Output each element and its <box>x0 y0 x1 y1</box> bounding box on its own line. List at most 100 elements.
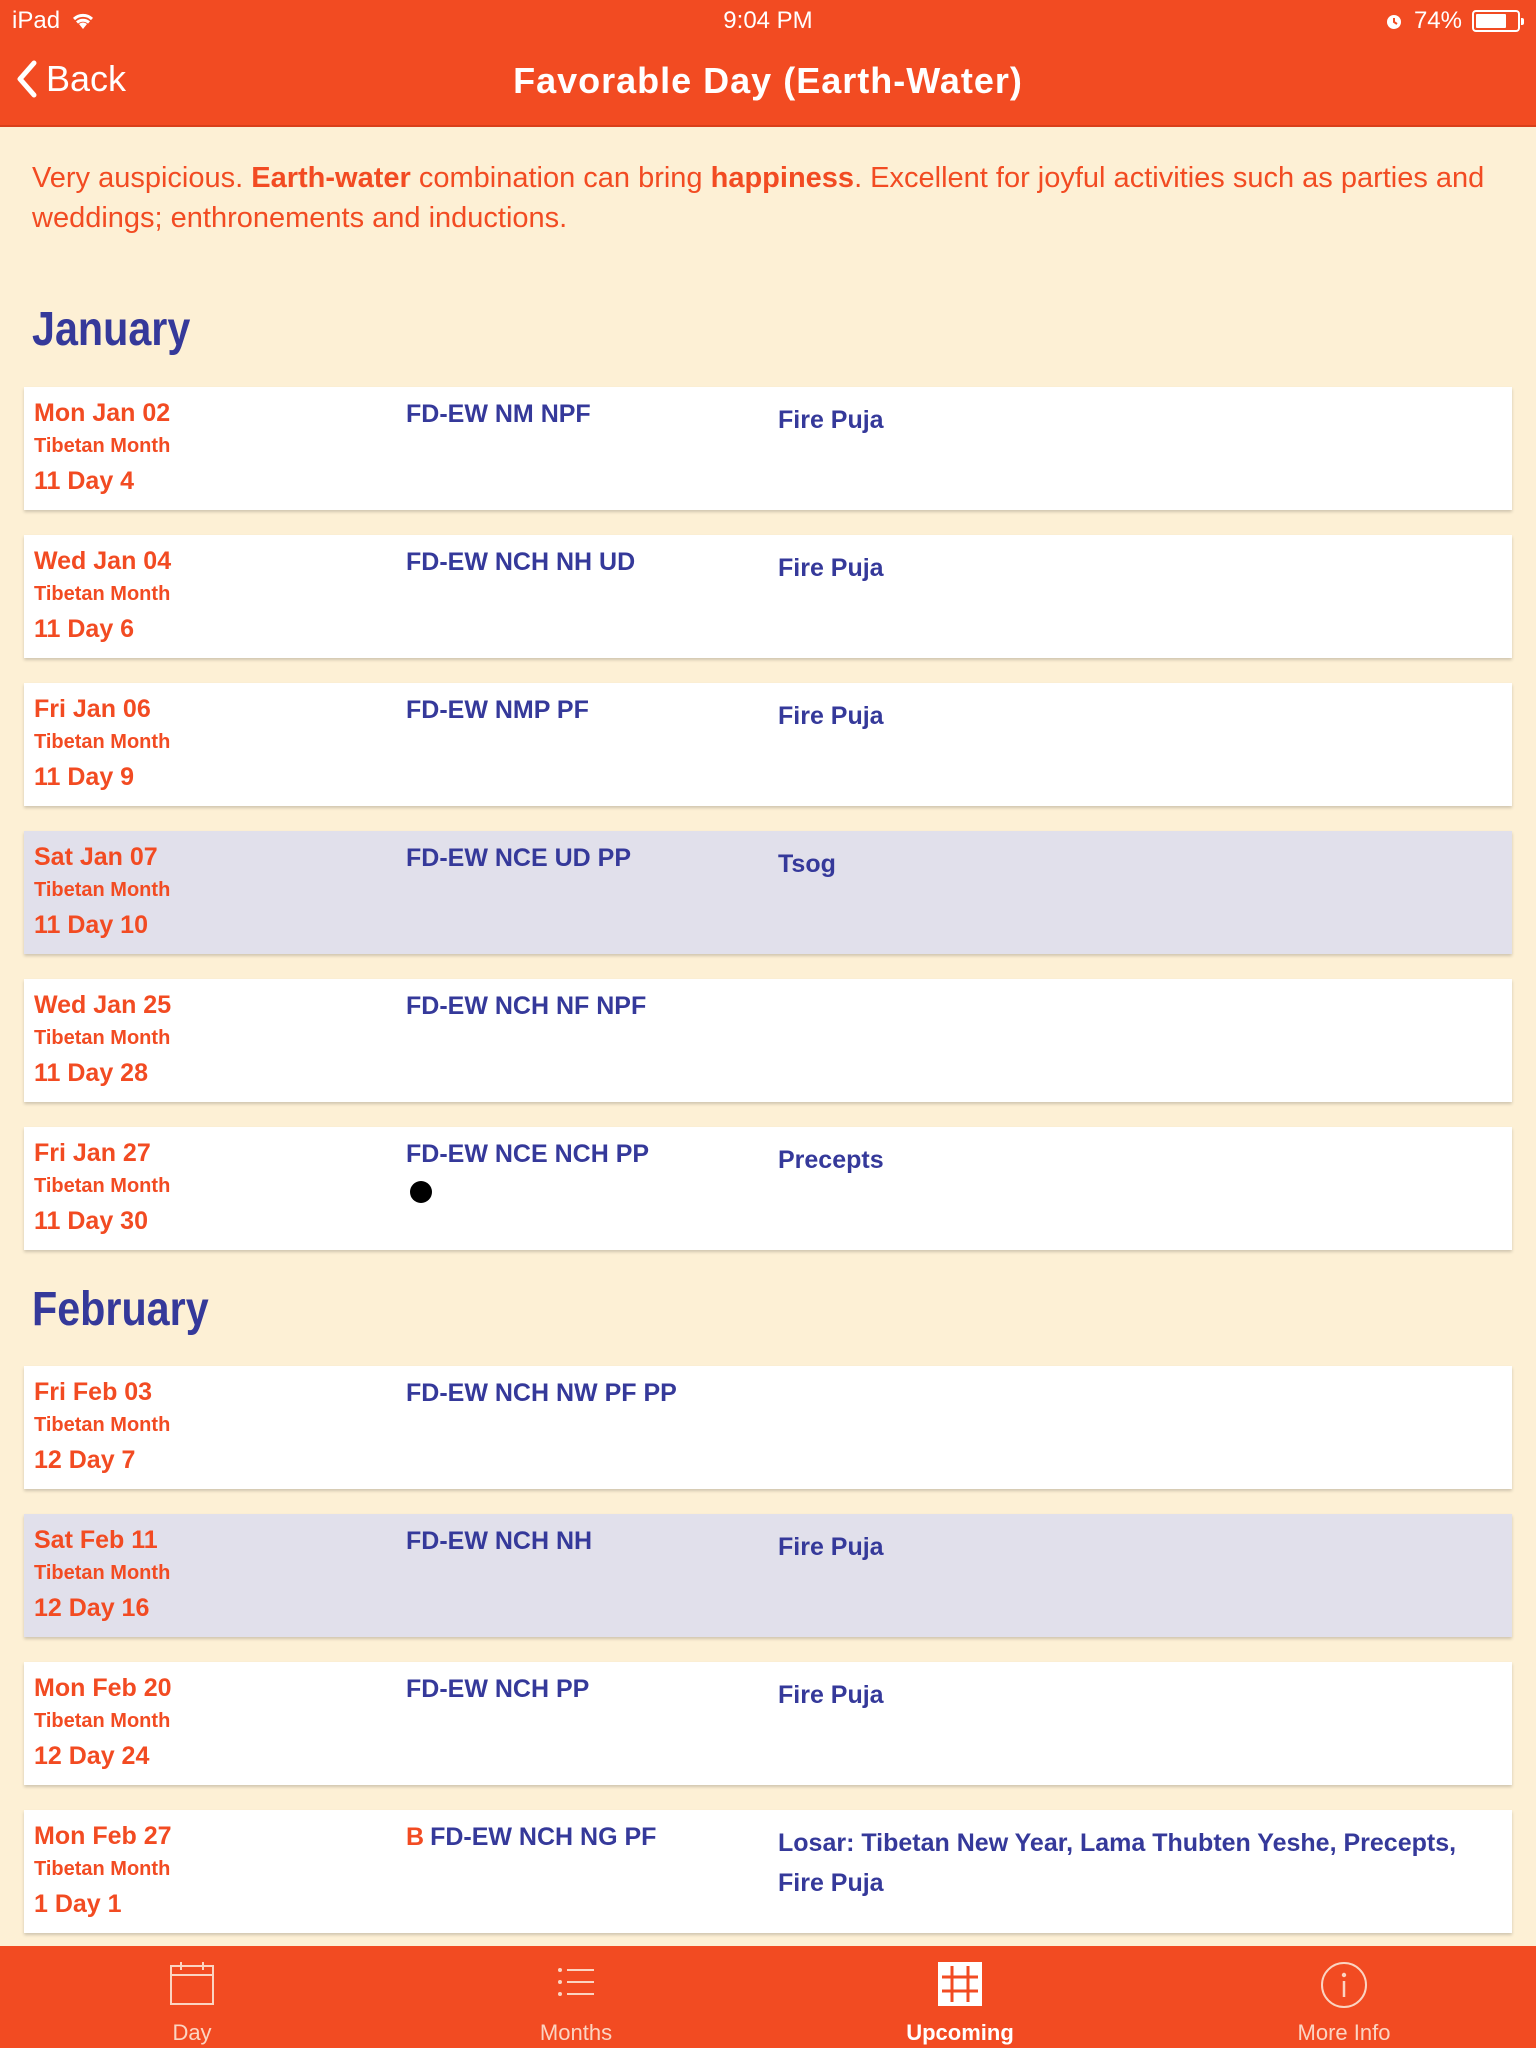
description-part: combination can bring <box>410 162 711 194</box>
row-event: Precepts <box>778 1146 884 1174</box>
month-heading-january: January <box>32 303 191 356</box>
row-codes: FD-EW NCH NH UD <box>406 548 635 577</box>
row-codes: FD-EW NCH NH <box>406 1527 592 1556</box>
row-date: Wed Jan 25 <box>34 991 172 1019</box>
status-right: 74% <box>1384 7 1524 35</box>
row-prefix: B <box>406 1823 425 1851</box>
row-tibetan-month-label: Tibetan Month <box>34 435 171 457</box>
row-date: Mon Jan 02 <box>34 399 171 427</box>
row-date: Fri Feb 03 <box>34 1378 153 1406</box>
row-codes: FD-EW NCH NW PF PP <box>406 1379 677 1408</box>
row-tibetan-day: 11 Day 10 <box>34 911 148 939</box>
tab-label: Months <box>539 2020 613 2045</box>
row-event: Fire Puja <box>778 1533 884 1561</box>
row-date: Sat Feb 11 <box>34 1526 158 1554</box>
description-text: Very auspicious. Earth-water combination… <box>32 158 1512 238</box>
list-item[interactable]: Wed Jan 25 Tibetan Month 11 Day 28 FD-EW… <box>24 979 1512 1102</box>
row-code-text: FD-EW NCH NW PF PP <box>406 1379 677 1407</box>
list-item[interactable]: Sat Jan 07 Tibetan Month 11 Day 10 FD-EW… <box>24 831 1512 954</box>
tab-label: More Info <box>1297 2020 1391 2045</box>
row-code-text: FD-EW NCH NF NPF <box>406 992 647 1020</box>
row-tibetan-month-label: Tibetan Month <box>34 1027 171 1049</box>
status-time: 9:04 PM <box>723 7 813 34</box>
row-date: Mon Feb 27 <box>34 1822 172 1850</box>
row-codes: FD-EW NCE NCH PP <box>406 1140 649 1169</box>
row-codes: FD-EW NCH NF NPF <box>406 992 646 1021</box>
row-event: Tsog <box>778 850 836 878</box>
list-item[interactable]: Fri Jan 06 Tibetan Month 11 Day 9 FD-EW … <box>24 683 1512 806</box>
row-date: Fri Jan 06 <box>34 695 151 723</box>
row-event: Fire Puja <box>778 406 884 434</box>
row-event: Losar: Tibetan New Year, Lama Thubten Ye… <box>778 1829 1457 1897</box>
row-tibetan-day: 1 Day 1 <box>34 1890 122 1918</box>
tab-label: Day <box>172 2020 212 2045</box>
nav-bar: Back Favorable Day (Earth-Water) <box>0 40 1536 126</box>
row-date: Wed Jan 04 <box>34 547 172 575</box>
row-codes: FD-EW NMP PF <box>406 696 589 725</box>
row-tibetan-day: 12 Day 16 <box>34 1594 150 1622</box>
list-item[interactable]: Mon Feb 27 Tibetan Month 1 Day 1 B FD-EW … <box>24 1810 1512 1933</box>
row-tibetan-month-label: Tibetan Month <box>34 1175 171 1197</box>
row-tibetan-day: 12 Day 24 <box>34 1742 150 1770</box>
row-codes: B FD-EW NCH NG PF <box>406 1823 656 1852</box>
row-tibetan-day: 11 Day 9 <box>34 763 135 791</box>
tab-day[interactable]: Day <box>0 1946 384 2048</box>
list-item[interactable]: Wed Jan 04 Tibetan Month 11 Day 6 FD-EW … <box>24 535 1512 658</box>
tab-upcoming[interactable]: Upcoming <box>768 1946 1152 2048</box>
list-item[interactable]: Mon Feb 20 Tibetan Month 12 Day 24 FD-EW… <box>24 1662 1512 1785</box>
tab-more-info[interactable]: More Info <box>1152 1946 1536 2048</box>
row-tibetan-month-label: Tibetan Month <box>34 731 171 753</box>
tab-label: Upcoming <box>906 2020 1014 2045</box>
row-codes: FD-EW NM NPF <box>406 400 591 429</box>
row-codes: FD-EW NCE UD PP <box>406 844 631 873</box>
alarm-icon <box>1386 15 1401 29</box>
grid-icon <box>938 1962 982 2006</box>
row-event: Fire Puja <box>778 1681 884 1709</box>
row-codes: FD-EW NCH PP <box>406 1675 589 1704</box>
row-code-text: FD-EW NCH PP <box>406 1675 590 1703</box>
row-tibetan-month-label: Tibetan Month <box>34 1858 171 1880</box>
row-code-text: FD-EW NCH NH UD <box>406 548 636 576</box>
list-item[interactable]: Fri Feb 03 Tibetan Month 12 Day 7 FD-EW … <box>24 1366 1512 1489</box>
description-part: Very auspicious. <box>32 162 252 194</box>
description-bold: Earth-water <box>251 162 411 194</box>
row-tibetan-month-label: Tibetan Month <box>34 1710 171 1732</box>
info-icon <box>1321 1962 1367 2008</box>
list-icon <box>558 1968 594 1996</box>
row-date: Mon Feb 20 <box>34 1674 172 1702</box>
row-tibetan-month-label: Tibetan Month <box>34 1414 171 1436</box>
event-dot-indicator <box>410 1181 432 1203</box>
row-code-text: FD-EW NMP PF <box>406 696 589 724</box>
calendar-icon <box>170 1962 214 2005</box>
list-item[interactable]: Mon Jan 02 Tibetan Month 11 Day 4 FD-EW … <box>24 387 1512 510</box>
battery-icon <box>1472 10 1524 32</box>
battery-fill <box>1476 14 1506 28</box>
row-tibetan-day: 11 Day 6 <box>34 615 135 643</box>
month-heading-february: February <box>32 1283 209 1336</box>
row-code-text: FD-EW NCH NG PF <box>430 1823 657 1851</box>
row-tibetan-day: 11 Day 30 <box>34 1207 148 1235</box>
row-date: Fri Jan 27 <box>34 1139 151 1167</box>
row-event: Fire Puja <box>778 554 884 582</box>
tab-months[interactable]: Months <box>384 1946 768 2048</box>
battery-percent: 74% <box>1413 7 1462 34</box>
row-code-text: FD-EW NCH NH <box>406 1527 593 1555</box>
row-tibetan-month-label: Tibetan Month <box>34 879 171 901</box>
row-tibetan-day: 11 Day 4 <box>34 467 135 495</box>
list-item[interactable]: Sat Feb 11 Tibetan Month 12 Day 16 FD-EW… <box>24 1514 1512 1637</box>
list-item[interactable]: Fri Jan 27 Tibetan Month 11 Day 30 FD-EW… <box>24 1127 1512 1250</box>
row-code-text: FD-EW NCE NCH PP <box>406 1140 650 1168</box>
row-event: Fire Puja <box>778 702 884 730</box>
tab-bar: Day Months Upcoming More Info <box>0 1946 1536 2048</box>
row-tibetan-day: 12 Day 7 <box>34 1446 136 1474</box>
status-bar: iPad 9:04 PM 74% <box>0 0 1536 40</box>
row-date: Sat Jan 07 <box>34 843 158 871</box>
row-code-text: FD-EW NCE UD PP <box>406 844 631 872</box>
row-tibetan-day: 11 Day 28 <box>34 1059 148 1087</box>
description-bold: happiness <box>710 162 855 194</box>
row-tibetan-month-label: Tibetan Month <box>34 583 171 605</box>
top-bar: iPad 9:04 PM 74% Back Favorable Day (Ear… <box>0 0 1536 127</box>
row-code-text: FD-EW NM NPF <box>406 400 591 428</box>
page-title: Favorable Day (Earth-Water) <box>513 60 1023 101</box>
row-tibetan-month-label: Tibetan Month <box>34 1562 171 1584</box>
